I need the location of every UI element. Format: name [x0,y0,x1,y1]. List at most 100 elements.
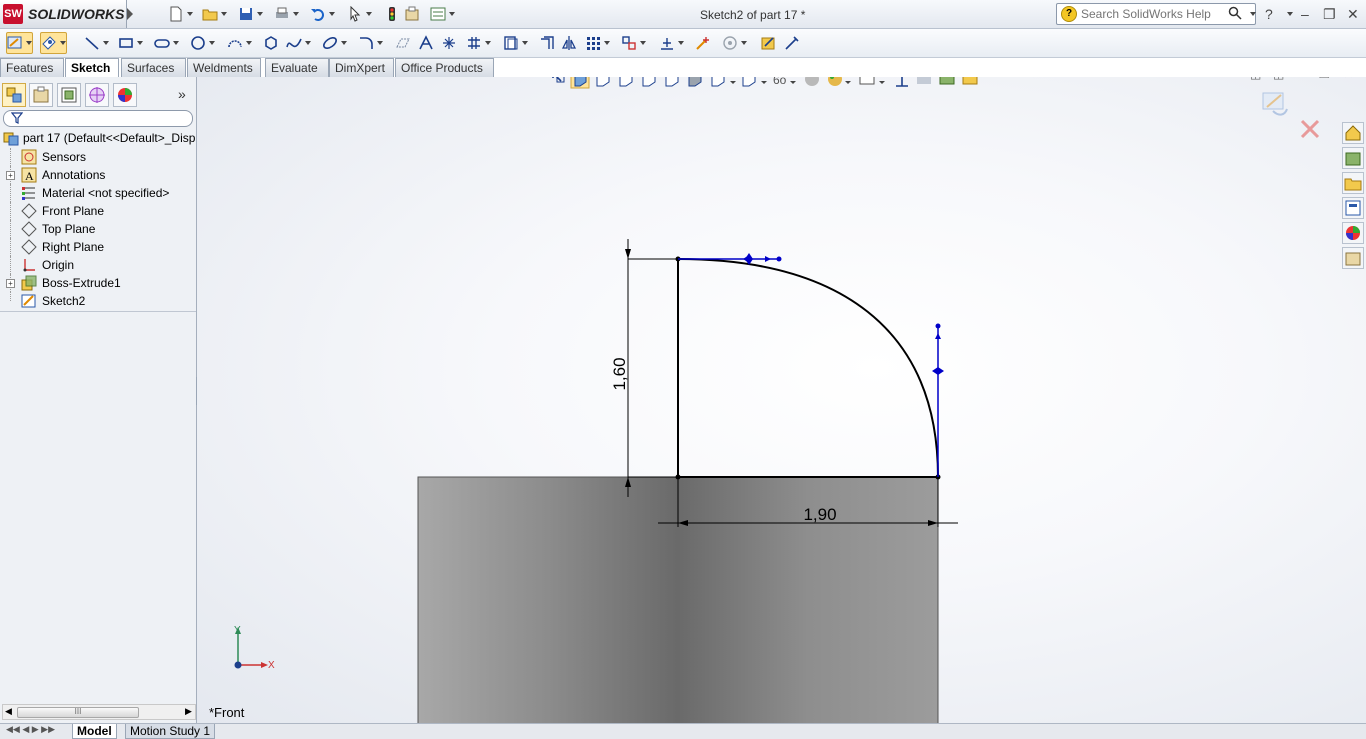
slot-tool-button[interactable] [154,34,179,52]
search-dropdown-icon[interactable] [1250,12,1256,16]
arc-tool-button[interactable] [227,34,252,52]
viewport-close-icon[interactable]: ✕ [1343,77,1354,82]
repair-sketch-button[interactable] [695,34,711,52]
close-icon[interactable]: ✕ [1347,6,1359,23]
save-button[interactable] [238,5,263,23]
spline-handle-arrow-icon[interactable] [935,333,941,339]
spline-handles[interactable] [678,253,944,477]
rebuild-button[interactable] [384,5,400,23]
scroll-right-icon[interactable]: ▶ [185,706,192,717]
search-icon[interactable] [1228,6,1242,20]
tree-item-annotations[interactable]: + A Annotations [0,166,196,184]
circle-tool-button[interactable] [190,34,215,52]
tab-office-products[interactable]: Office Products [395,58,494,77]
help-dropdown-icon[interactable] [1287,12,1293,16]
mirror-entities-button[interactable] [561,34,577,52]
sketch-geometry[interactable] [675,256,941,480]
tree-item-material[interactable]: Material <not specified> [0,184,196,202]
file-explorer-icon[interactable] [1342,172,1364,194]
tree-item-sketch2[interactable]: Sketch2 [0,292,196,310]
tree-item-top-plane[interactable]: Top Plane [0,220,196,238]
expand-icon[interactable]: + [6,279,15,288]
expand-icon[interactable]: + [6,171,15,180]
tab-surfaces[interactable]: Surfaces [121,58,186,77]
custom-properties-icon[interactable] [1342,247,1364,269]
tab-weldments[interactable]: Weldments [187,58,261,77]
design-library-icon[interactable] [1342,147,1364,169]
undo-button[interactable] [310,5,335,23]
minimize-icon[interactable]: – [1301,6,1309,22]
display-relations-button[interactable] [659,34,684,52]
print-button[interactable] [274,5,299,23]
spline-handle-point[interactable] [935,323,941,329]
tree-item-origin[interactable]: Origin [0,256,196,274]
dimxpert-manager-tab[interactable] [85,83,109,107]
configuration-manager-tab[interactable] [57,83,81,107]
ellipse-tool-button[interactable] [322,34,347,52]
smart-dimension-button[interactable] [40,32,67,54]
spline-handle-point[interactable] [776,256,782,262]
point-tool-button[interactable] [441,34,457,52]
tree-item-sensors[interactable]: Sensors [0,148,196,166]
solidworks-resources-icon[interactable] [1342,122,1364,144]
spline-handle-diamond-icon[interactable] [932,367,944,375]
tab-features[interactable]: Features [0,58,64,77]
tab-scroll-icons[interactable]: ◀◀ ◀ ▶ ▶▶ [6,724,55,735]
offset-entities-button[interactable] [539,34,555,52]
solidworks-menu-button[interactable]: SW SOLIDWORKS [0,0,127,28]
new-document-button[interactable] [168,5,193,23]
rapid-sketch-button[interactable] [761,34,777,52]
convert-entities-button[interactable] [503,34,528,52]
restore-icon[interactable]: ❐ [1323,6,1336,23]
open-button[interactable] [202,5,227,23]
appearances-icon[interactable] [1342,222,1364,244]
quick-snaps-button[interactable] [722,34,747,52]
line-tool-button[interactable] [84,34,109,52]
help-icon[interactable]: ? [1265,6,1273,22]
display-manager-tab[interactable] [113,83,137,107]
tree-item-label: Annotations [42,168,106,182]
triad-y-label: Y [234,625,241,636]
text-tool-button[interactable] [418,34,434,52]
dimension-horizontal-value[interactable]: 1,90 [803,505,836,524]
dimension-vertical-value[interactable]: 1,60 [610,357,629,390]
scrollbar-thumb[interactable]: III [17,707,139,718]
expand-panel-chevron-icon[interactable]: » [178,86,186,102]
tree-horizontal-scrollbar[interactable]: ◀ III ▶ [2,704,196,720]
file-properties-button[interactable] [404,5,420,23]
plane-tool-button[interactable] [395,34,411,52]
ellipse-icon [323,37,337,49]
property-manager-tab[interactable] [29,83,53,107]
help-search-box[interactable]: ? [1056,3,1256,25]
sketch-button[interactable] [6,32,33,54]
tab-model[interactable]: Model [72,724,117,739]
tab-sketch[interactable]: Sketch [65,58,119,78]
fillet-tool-button[interactable] [358,34,383,52]
tree-item-boss-extrude1[interactable]: + Boss-Extrude1 [0,274,196,292]
view-palette-icon[interactable] [1342,197,1364,219]
linear-pattern-button[interactable] [585,34,610,52]
tree-item-part[interactable]: part 17 (Default<<Default>_Disp [0,129,196,148]
menu-expand-arrow-icon[interactable] [127,8,133,20]
tab-evaluate[interactable]: Evaluate [265,58,329,77]
help-search-input[interactable] [1079,5,1233,23]
scroll-left-icon[interactable]: ◀ [5,706,12,717]
sketch-spline[interactable] [677,258,939,478]
graphics-area[interactable]: 6o ◫ ◫ – ❐ ✕ [197,77,1366,723]
feature-manager-tab[interactable] [2,83,26,107]
polygon-tool-button[interactable] [263,34,279,52]
rectangle-tool-button[interactable] [118,34,143,52]
trim-tool-button[interactable] [466,34,491,52]
move-entities-button[interactable] [621,34,646,52]
tree-item-front-plane[interactable]: Front Plane [0,202,196,220]
annotation-icon: A [21,167,37,183]
tab-motion-study-1[interactable]: Motion Study 1 [125,724,216,739]
feature-tree-filter[interactable] [3,110,193,127]
instant-2d-button[interactable] [784,34,800,52]
spline-tool-button[interactable] [286,34,311,52]
select-button[interactable] [347,5,372,23]
options-button[interactable] [430,5,455,23]
tree-item-right-plane[interactable]: Right Plane [0,238,196,256]
dimension-vertical[interactable]: 1,60 [610,239,678,497]
tab-dimxpert[interactable]: DimXpert [329,58,394,77]
